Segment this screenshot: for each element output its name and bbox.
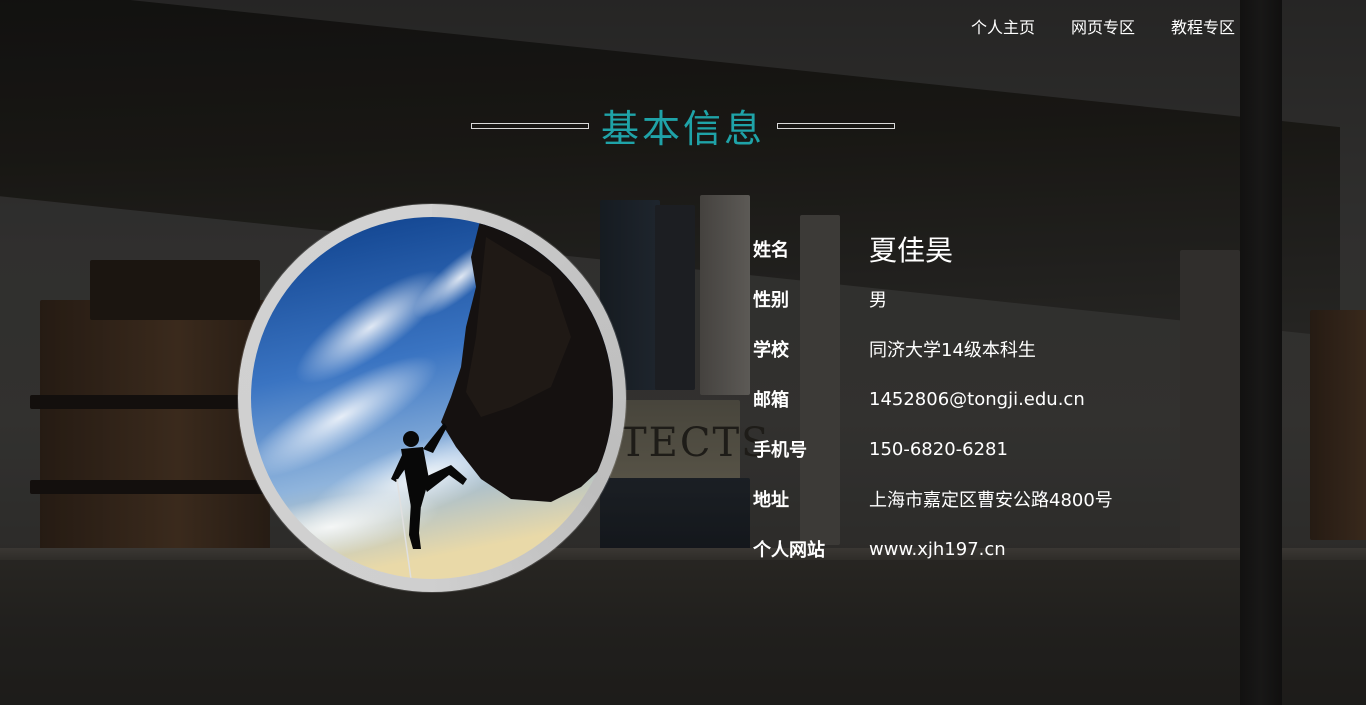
- avatar-frame: [238, 204, 626, 592]
- info-label-address: 地址: [753, 490, 789, 511]
- info-value-school: 同济大学14级本科生: [869, 340, 1036, 361]
- info-value-name: 夏佳昊: [869, 234, 954, 267]
- nav-item-home[interactable]: 个人主页: [971, 14, 1035, 38]
- nav-item-web[interactable]: 网页专区: [1071, 14, 1135, 38]
- avatar: [251, 217, 613, 579]
- info-label-gender: 性别: [753, 290, 789, 311]
- info-row-gender: 性别 男: [753, 274, 1113, 324]
- nav-item-tutorials[interactable]: 教程专区: [1171, 14, 1235, 38]
- top-nav: 个人主页 网页专区 教程专区: [971, 14, 1235, 38]
- info-row-email: 邮箱 1452806@tongji.edu.cn: [753, 374, 1113, 424]
- info-value-address: 上海市嘉定区曹安公路4800号: [869, 490, 1113, 511]
- section-header: 基本信息: [0, 98, 1366, 153]
- info-row-address: 地址 上海市嘉定区曹安公路4800号: [753, 474, 1113, 524]
- title-divider-left: [470, 122, 589, 129]
- info-row-website: 个人网站 www.xjh197.cn: [753, 524, 1113, 574]
- info-value-gender: 男: [869, 290, 887, 311]
- info-label-phone: 手机号: [753, 440, 807, 461]
- info-label-school: 学校: [753, 340, 789, 361]
- info-label-name: 姓名: [753, 240, 789, 261]
- info-label-website: 个人网站: [753, 540, 825, 561]
- info-row-school: 学校 同济大学14级本科生: [753, 324, 1113, 374]
- info-value-phone: 150-6820-6281: [869, 438, 1008, 460]
- info-label-email: 邮箱: [753, 390, 789, 411]
- profile-info-list: 姓名 夏佳昊 性别 男 学校 同济大学14级本科生 邮箱 1452806@ton…: [753, 224, 1113, 574]
- title-divider-right: [777, 122, 895, 129]
- avatar-climber-image: [251, 217, 613, 579]
- info-row-phone: 手机号 150-6820-6281: [753, 424, 1113, 474]
- info-value-email: 1452806@tongji.edu.cn: [869, 388, 1085, 410]
- info-value-website: www.xjh197.cn: [869, 538, 1006, 560]
- info-row-name: 姓名 夏佳昊: [753, 224, 1113, 274]
- section-title: 基本信息: [600, 107, 765, 151]
